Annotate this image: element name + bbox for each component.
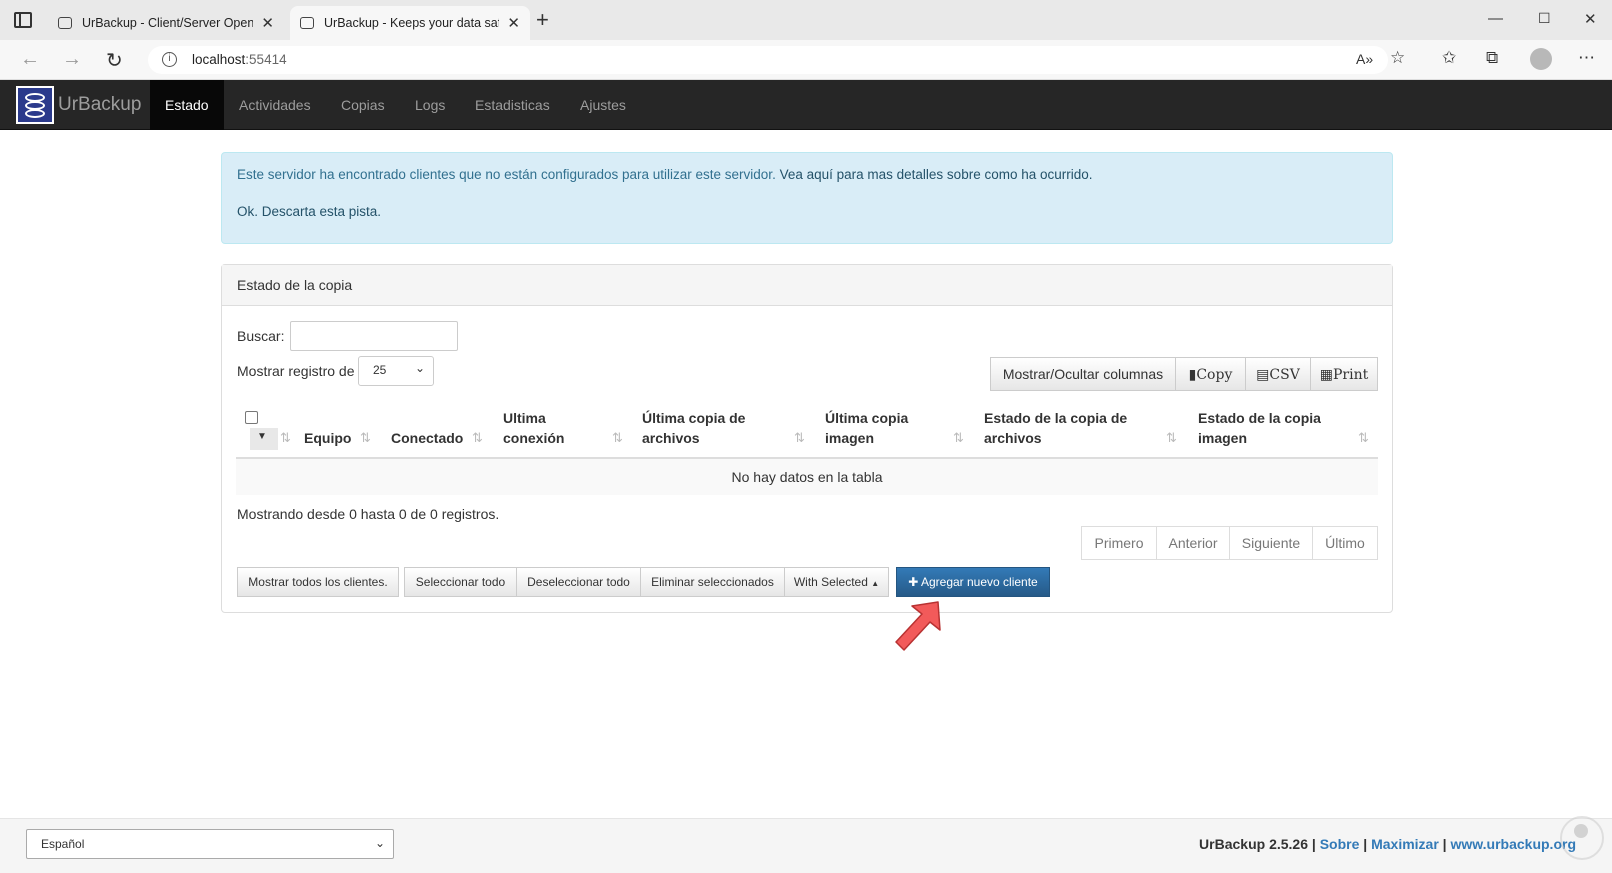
delete-selected-button[interactable]: Eliminar seleccionados — [640, 567, 785, 597]
more-icon[interactable]: ⋯ — [1578, 48, 1595, 68]
browser-address-bar: ← → ↻ i localhost:55414 A» ☆ ✩ ⧉ ⋯ — [0, 40, 1612, 80]
urbackup-logo-icon — [16, 86, 54, 124]
column-ultima-copia-archivos[interactable]: Última copia de archivos — [642, 408, 762, 448]
version-text: UrBackup 2.5.26 — [1199, 836, 1308, 852]
column-equipo[interactable]: Equipo — [304, 428, 351, 448]
close-icon[interactable]: ✕ — [261, 14, 274, 32]
add-client-button[interactable]: ✚ Agregar nuevo cliente — [896, 567, 1050, 597]
nav-logs[interactable]: Logs — [400, 80, 460, 130]
sort-icon[interactable]: ⇅ — [360, 430, 371, 446]
database-icon — [300, 17, 314, 29]
info-icon[interactable]: i — [162, 52, 177, 67]
browser-tab-strip: UrBackup - Client/Server Open S ✕ UrBack… — [0, 0, 1612, 40]
url-text: localhost:55414 — [192, 52, 287, 67]
column-ultima-copia-imagen[interactable]: Última copia imagen — [825, 408, 925, 448]
favorites-icon[interactable]: ✩ — [1442, 48, 1456, 68]
website-link[interactable]: www.urbackup.org — [1451, 836, 1577, 852]
csv-button[interactable]: ▤CSV — [1245, 357, 1311, 391]
collections-icon[interactable]: ⧉ — [1486, 48, 1498, 68]
caret-up-icon: ▲ — [871, 579, 880, 588]
tab-title: UrBackup - Keeps your data safe — [324, 16, 500, 30]
print-button[interactable]: ▦Print — [1310, 357, 1378, 391]
search-label: Buscar: — [237, 328, 285, 344]
sort-icon[interactable]: ⇅ — [794, 430, 805, 446]
chevron-down-icon: ⌄ — [374, 836, 385, 850]
info-alert: Este servidor ha encontrado clientes que… — [221, 152, 1393, 244]
footer-links: UrBackup 2.5.26 | Sobre | Maximizar | ww… — [1199, 836, 1576, 852]
search-input[interactable] — [290, 321, 458, 351]
brand[interactable]: UrBackup — [16, 86, 141, 124]
read-aloud-icon[interactable]: A» — [1356, 51, 1373, 67]
refresh-icon[interactable]: ↻ — [106, 48, 123, 73]
browser-tab-2[interactable]: UrBackup - Keeps your data safe ✕ — [290, 6, 530, 40]
csv-icon: ▤ — [1256, 366, 1270, 382]
column-ultima-conexion[interactable]: Ultima conexión — [503, 408, 593, 448]
alert-dismiss-link[interactable]: Ok. Descarta esta pista. — [237, 204, 381, 219]
nav-estado[interactable]: Estado — [150, 80, 224, 130]
tab-title: UrBackup - Client/Server Open S — [82, 16, 254, 30]
language-select[interactable]: Español ⌄ — [26, 829, 394, 859]
pager-last[interactable]: Último — [1312, 526, 1378, 560]
favorite-add-icon[interactable]: ☆ — [1390, 48, 1405, 68]
chevron-down-icon: ⌄ — [414, 361, 425, 375]
table-empty-row: No hay datos en la tabla — [236, 459, 1378, 495]
select-all-checkbox[interactable] — [245, 411, 258, 424]
table-info: Mostrando desde 0 hasta 0 de 0 registros… — [237, 506, 500, 522]
show-all-clients-button[interactable]: Mostrar todos los clientes. — [237, 567, 399, 597]
sort-icon[interactable]: ⇅ — [472, 430, 483, 446]
url-field[interactable]: i localhost:55414 — [148, 46, 1388, 74]
alert-message: Este servidor ha encontrado clientes que… — [237, 167, 1093, 182]
nav-estadisticas[interactable]: Estadisticas — [460, 80, 565, 130]
deselect-all-button[interactable]: Deseleccionar todo — [516, 567, 641, 597]
nav-ajustes[interactable]: Ajustes — [565, 80, 641, 130]
profile-icon[interactable] — [1530, 48, 1552, 70]
sort-icon[interactable]: ⇅ — [280, 430, 291, 446]
plus-icon: ✚ — [908, 575, 919, 589]
maximize-link[interactable]: Maximizar — [1371, 836, 1439, 852]
window-close-icon[interactable]: ✕ — [1584, 10, 1597, 28]
close-icon[interactable]: ✕ — [507, 14, 520, 32]
toggle-columns-button[interactable]: Mostrar/Ocultar columnas — [990, 357, 1176, 391]
panel-title: Estado de la copia — [222, 265, 1392, 306]
brand-name: UrBackup — [58, 94, 142, 115]
with-selected-button[interactable]: With Selected ▲ — [784, 567, 889, 597]
back-arrow-icon[interactable]: ← — [20, 48, 40, 71]
nav-copias[interactable]: Copias — [326, 80, 400, 130]
page-length-label: Mostrar registro de — [237, 363, 355, 379]
row-options-toggle[interactable]: ▼ — [250, 428, 278, 450]
pointer-arrow-icon — [895, 601, 941, 651]
forward-arrow-icon[interactable]: → — [62, 48, 82, 71]
caret-down-icon: ▼ — [257, 431, 267, 442]
watermark-logo-icon — [1560, 816, 1604, 860]
maximize-icon[interactable]: ☐ — [1538, 10, 1551, 27]
print-icon: ▦ — [1319, 366, 1333, 382]
minimize-icon[interactable]: — — [1488, 10, 1503, 27]
browser-tab-1[interactable]: UrBackup - Client/Server Open S ✕ — [48, 6, 284, 40]
pager-next[interactable]: Siguiente — [1229, 526, 1313, 560]
page-length-select[interactable]: 25 ⌄ — [358, 356, 434, 386]
database-icon — [58, 17, 72, 29]
sort-icon[interactable]: ⇅ — [612, 430, 623, 446]
select-all-button[interactable]: Seleccionar todo — [404, 567, 517, 597]
pager-previous[interactable]: Anterior — [1156, 526, 1230, 560]
nav-actividades[interactable]: Actividades — [224, 80, 326, 130]
tab-actions-icon[interactable] — [14, 12, 32, 28]
column-conectado[interactable]: Conectado — [391, 428, 463, 448]
column-estado-copia-archivos[interactable]: Estado de la copia de archivos — [984, 408, 1144, 448]
sort-icon[interactable]: ⇅ — [1358, 430, 1369, 446]
sort-icon[interactable]: ⇅ — [1166, 430, 1177, 446]
app-navbar: UrBackup Estado Actividades Copias Logs … — [0, 80, 1612, 130]
alert-details-link[interactable]: Vea aquí para mas detalles sobre como ha… — [780, 167, 1093, 182]
copy-button[interactable]: ▮Copy — [1175, 357, 1246, 391]
pager-first[interactable]: Primero — [1081, 526, 1157, 560]
sort-icon[interactable]: ⇅ — [953, 430, 964, 446]
column-estado-copia-imagen[interactable]: Estado de la copia imagen — [1198, 408, 1338, 448]
new-tab-icon[interactable]: + — [536, 9, 549, 31]
about-link[interactable]: Sobre — [1320, 836, 1360, 852]
footer: Español ⌄ UrBackup 2.5.26 | Sobre | Maxi… — [0, 818, 1612, 873]
